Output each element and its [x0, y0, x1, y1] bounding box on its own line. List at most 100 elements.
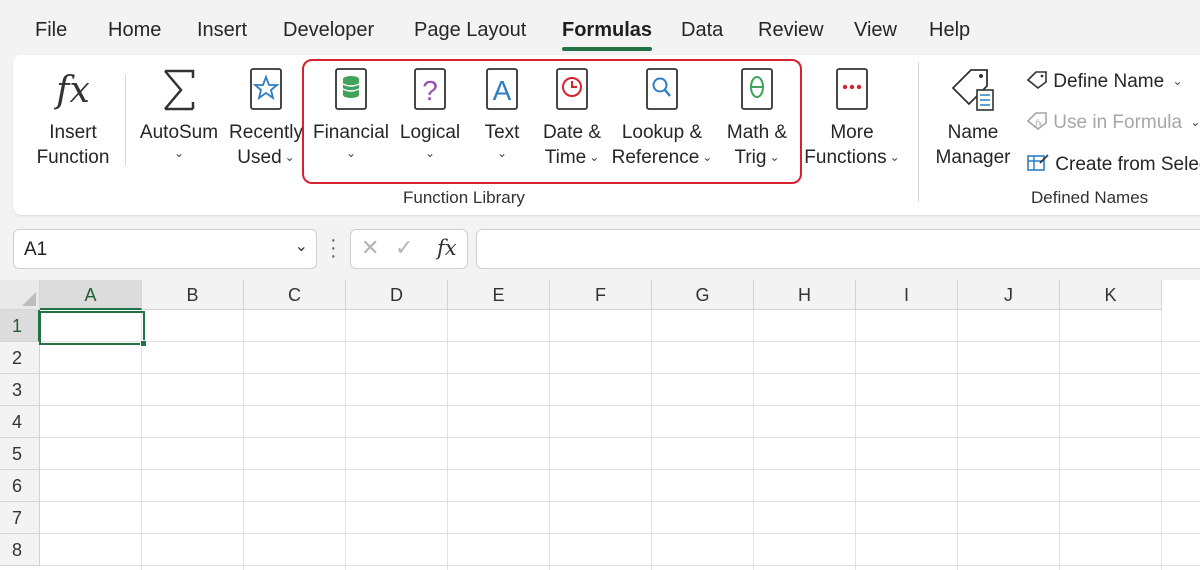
lookup-label-2: Reference — [611, 147, 700, 168]
financial-label: Financial — [312, 122, 390, 143]
row-header-5[interactable]: 5 — [0, 438, 40, 470]
tab-file[interactable]: File — [35, 19, 67, 42]
menu-bar: File Home Insert Developer Page Layout F… — [0, 0, 1200, 52]
row-header-2[interactable]: 2 — [0, 342, 40, 374]
grid-row-line — [40, 373, 1200, 374]
row-header-3[interactable]: 3 — [0, 374, 40, 406]
tab-view[interactable]: View — [854, 19, 897, 42]
grid-column-line — [753, 310, 754, 570]
grid-row-line — [40, 405, 1200, 406]
vertical-ellipsis-icon[interactable]: · · · — [330, 230, 337, 266]
column-header-b[interactable]: B — [142, 280, 244, 310]
name-manager-button[interactable]: Name Manager — [930, 66, 1016, 170]
define-name-button[interactable]: Define Name ⌄ — [1026, 70, 1183, 93]
row-header-1[interactable]: 1 — [0, 310, 40, 342]
tab-data[interactable]: Data — [681, 19, 723, 42]
function-library-group-label: Function Library — [403, 188, 525, 207]
define-name-label: Define Name — [1053, 71, 1165, 92]
math-trig-button[interactable]: Math & Trig ⌄ — [720, 66, 794, 170]
insert-function-fx-icon[interactable]: fx — [437, 236, 457, 260]
fill-handle[interactable] — [140, 340, 147, 347]
name-box-value: A1 — [24, 239, 48, 260]
column-header-a[interactable]: A — [40, 280, 142, 310]
tab-developer[interactable]: Developer — [283, 19, 374, 42]
create-selection-icon — [1027, 154, 1049, 171]
create-from-selection-label: Create from Selec — [1055, 154, 1200, 175]
magnifier-book-icon — [646, 68, 678, 110]
column-header-g[interactable]: G — [652, 280, 754, 310]
row-header-7[interactable]: 7 — [0, 502, 40, 534]
active-cell[interactable] — [39, 311, 145, 345]
spreadsheet-grid: ABCDEFGHIJK 12345678 — [0, 280, 1200, 570]
column-header-e[interactable]: E — [448, 280, 550, 310]
tab-page-layout[interactable]: Page Layout — [414, 19, 526, 42]
math-trig-label-2: Trig — [734, 147, 767, 168]
chevron-down-icon[interactable]: ⌄ — [295, 236, 308, 256]
row-header-4[interactable]: 4 — [0, 406, 40, 438]
row-header-6[interactable]: 6 — [0, 470, 40, 502]
grid-column-line — [243, 310, 244, 570]
tab-review[interactable]: Review — [758, 19, 824, 42]
column-header-c[interactable]: C — [244, 280, 346, 310]
tab-formulas[interactable]: Formulas — [562, 19, 652, 42]
chevron-down-icon: ⌄ — [496, 146, 508, 160]
use-in-formula-label: Use in Formula — [1053, 112, 1183, 133]
column-header-i[interactable]: I — [856, 280, 958, 310]
use-in-formula-button[interactable]: fx Use in Formula ⌄ — [1026, 111, 1200, 134]
recently-used-button[interactable]: Recently Used ⌄ — [226, 66, 306, 170]
grid-row-line — [40, 437, 1200, 438]
column-header-f[interactable]: F — [550, 280, 652, 310]
chevron-down-icon: ⌄ — [889, 150, 900, 164]
name-manager-label-2: Manager — [935, 147, 1011, 168]
grid-column-line — [1161, 310, 1162, 570]
cancel-icon[interactable]: ✕ — [361, 235, 379, 261]
theta-book-icon — [741, 68, 773, 110]
text-button[interactable]: A Text ⌄ — [472, 66, 532, 161]
column-header-j[interactable]: J — [958, 280, 1060, 310]
create-from-selection-button[interactable]: Create from Selec — [1026, 153, 1200, 176]
grid-row-line — [40, 533, 1200, 534]
column-header-h[interactable]: H — [754, 280, 856, 310]
formula-input[interactable] — [476, 229, 1200, 269]
tab-home[interactable]: Home — [108, 19, 161, 42]
logical-button[interactable]: ? Logical ⌄ — [395, 66, 465, 161]
more-functions-label-2: Functions — [804, 147, 887, 168]
chevron-down-icon: ⌄ — [424, 146, 436, 160]
enter-check-icon[interactable]: ✓ — [395, 235, 413, 261]
date-time-button[interactable]: Date & Time ⌄ — [536, 66, 608, 170]
recently-used-label-1: Recently — [229, 122, 303, 143]
grid-column-line — [447, 310, 448, 570]
ribbon-separator — [918, 62, 919, 202]
logical-label: Logical — [399, 122, 461, 143]
grid-column-line — [957, 310, 958, 570]
tab-help[interactable]: Help — [929, 19, 970, 42]
date-time-label-1: Date & — [542, 122, 602, 143]
sigma-icon — [164, 69, 195, 111]
tag-fx-icon: fx — [1026, 112, 1047, 131]
row-header-8[interactable]: 8 — [0, 534, 40, 566]
svg-text:fx: fx — [1034, 119, 1043, 128]
tab-insert[interactable]: Insert — [197, 19, 247, 42]
name-box[interactable]: A1 ⌄ — [13, 229, 317, 269]
column-header-k[interactable]: K — [1060, 280, 1162, 310]
grid-row-line — [40, 341, 1200, 342]
grid-row-line — [40, 501, 1200, 502]
recently-used-label-2: Used — [237, 147, 282, 168]
coins-book-icon — [335, 68, 367, 110]
financial-button[interactable]: Financial ⌄ — [309, 66, 393, 161]
autosum-label: AutoSum — [139, 122, 219, 143]
grid-column-line — [345, 310, 346, 570]
lookup-reference-button[interactable]: Lookup & Reference ⌄ — [610, 66, 714, 170]
more-functions-button[interactable]: More Functions ⌄ — [800, 66, 904, 170]
star-book-icon — [250, 68, 282, 110]
math-trig-label-1: Math & — [726, 122, 788, 143]
chevron-down-icon: ⌄ — [173, 146, 185, 160]
chevron-down-icon: ⌄ — [1190, 115, 1200, 129]
insert-function-button[interactable]: fx Insert Function — [28, 66, 118, 170]
autosum-button[interactable]: AutoSum ⌄ — [134, 66, 224, 161]
tag-small-icon — [1026, 71, 1047, 90]
grid-column-line — [1059, 310, 1060, 570]
column-header-d[interactable]: D — [346, 280, 448, 310]
grid-column-line — [141, 310, 142, 570]
select-all-corner[interactable] — [0, 280, 40, 310]
